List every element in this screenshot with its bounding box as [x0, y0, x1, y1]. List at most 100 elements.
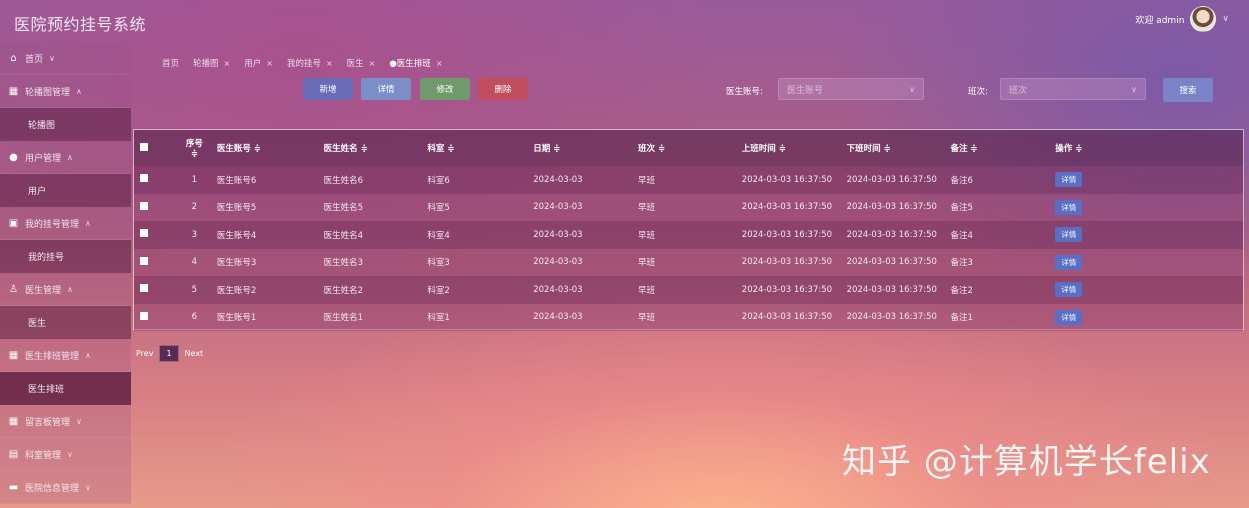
row-detail-button[interactable]: 详情	[1055, 172, 1083, 188]
doctor-account-input[interactable]: 医生账号 ∨	[778, 78, 924, 100]
table-cell: 2024-03-03 16:37:50	[741, 166, 847, 194]
chevron-down-icon: ∨	[85, 482, 91, 492]
tab-1[interactable]: 轮播图 ×	[193, 57, 231, 70]
sidebar-group-13[interactable]: ▬ 医院信息管理 ∨	[0, 471, 131, 504]
chevron-up-icon: ∧	[67, 152, 73, 162]
table-cell: 4	[171, 248, 217, 276]
user-menu[interactable]: 欢迎 admin ∨	[1135, 6, 1229, 32]
close-icon[interactable]: ×	[326, 59, 333, 68]
column-header-8[interactable]: 备注 ≑	[950, 130, 1056, 166]
table-cell: 科室4	[427, 221, 534, 249]
row-checkbox[interactable]	[140, 284, 148, 293]
table-row: 4 医生账号3 医生姓名3 科室3 2024-03-03 早班 2024-03-03 16:…	[134, 248, 1243, 276]
detail-button[interactable]: 详情	[361, 78, 411, 100]
column-header-7[interactable]: 下班时间 ≑	[846, 130, 951, 166]
shift-label: 班次:	[968, 87, 988, 97]
column-header-label: 日期 ≑	[533, 144, 561, 154]
tab-5[interactable]: ●医生排班 ×	[389, 57, 443, 70]
row-select-cell[interactable]	[134, 303, 172, 331]
sidebar-group-5[interactable]: ▣ 我的挂号管理 ∧	[0, 207, 131, 240]
sidebar-group-11[interactable]: ▦ 留言板管理 ∨	[0, 405, 131, 438]
row-select-cell[interactable]	[134, 221, 172, 249]
row-detail-button[interactable]: 详情	[1055, 282, 1083, 298]
chevron-down-icon: ∨	[49, 53, 55, 63]
row-detail-button[interactable]: 详情	[1055, 254, 1083, 270]
row-checkbox[interactable]	[140, 229, 148, 238]
close-icon[interactable]: ×	[266, 59, 273, 68]
select-all-cell[interactable]	[134, 130, 172, 166]
table-cell: 2024-03-03 16:37:50	[741, 276, 847, 304]
chevron-up-icon: ∧	[67, 284, 73, 294]
table-cell: 早班	[638, 276, 742, 304]
current-page[interactable]: 1	[159, 345, 179, 362]
column-header-3[interactable]: 科室 ≑	[427, 130, 534, 166]
column-header-2[interactable]: 医生姓名 ≑	[323, 130, 428, 166]
sidebar-subitem-8[interactable]: 医生	[0, 306, 131, 339]
next-page-link[interactable]: Next	[185, 349, 204, 358]
shift-placeholder: 班次	[1009, 85, 1028, 96]
add-button[interactable]: 新增	[303, 78, 353, 100]
close-icon[interactable]: ×	[436, 59, 443, 68]
column-header-6[interactable]: 上班时间 ≑	[741, 130, 847, 166]
table-cell: 5	[171, 276, 217, 304]
tab-3[interactable]: 我的挂号 ×	[287, 57, 333, 70]
table-cell: 医生账号4	[216, 221, 324, 249]
person-icon: ♙	[9, 283, 18, 295]
row-select-cell[interactable]	[134, 276, 172, 304]
column-header-5[interactable]: 班次 ≑	[638, 130, 742, 166]
row-select-cell[interactable]	[134, 193, 172, 221]
sidebar-group-1[interactable]: ▦ 轮播图管理 ∧	[0, 75, 131, 108]
row-detail-button[interactable]: 详情	[1055, 227, 1083, 243]
sidebar-item-label: 科室管理	[25, 450, 62, 461]
table-cell: 科室2	[427, 276, 534, 304]
sidebar-item-label: 首页	[25, 54, 44, 65]
table-cell: 2	[171, 193, 217, 221]
sidebar-subitem-2[interactable]: 轮播图	[0, 108, 131, 141]
sidebar-item-label: 留言板管理	[25, 417, 71, 428]
row-detail-button[interactable]: 详情	[1055, 199, 1083, 215]
delete-button[interactable]: 删除	[478, 78, 528, 100]
tab-0[interactable]: 首页	[162, 57, 179, 69]
row-checkbox[interactable]	[140, 311, 148, 320]
row-select-cell[interactable]	[134, 166, 172, 194]
sidebar-subitem-4[interactable]: 用户	[0, 174, 131, 207]
column-header-4[interactable]: 日期 ≑	[533, 130, 638, 166]
edit-button[interactable]: 修改	[420, 78, 470, 100]
sidebar-group-12[interactable]: ▤ 科室管理 ∨	[0, 438, 131, 471]
avatar[interactable]	[1190, 6, 1217, 32]
shift-select[interactable]: 班次 ∨	[1000, 78, 1146, 100]
table-cell: 2024-03-03 16:37:50	[741, 221, 847, 249]
column-header-0[interactable]: 序号 ≑	[171, 130, 217, 166]
building-icon: ▤	[8, 448, 19, 460]
row-checkbox[interactable]	[140, 256, 148, 265]
tab-2[interactable]: 用户 ×	[244, 57, 273, 70]
sidebar-group-3[interactable]: ● 用户管理 ∧	[0, 141, 131, 174]
tab-label: 首页	[162, 59, 180, 69]
sidebar-subitem-label: 轮播图	[28, 121, 56, 131]
chevron-down-icon[interactable]: ∨	[1222, 14, 1229, 24]
row-checkbox[interactable]	[140, 201, 148, 210]
column-header-9[interactable]: 操作 ≑	[1055, 130, 1243, 166]
row-detail-button[interactable]: 详情	[1055, 309, 1083, 325]
sidebar-group-7[interactable]: ♙ 医生管理 ∧	[0, 273, 131, 306]
chevron-down-icon: ∨	[76, 416, 82, 426]
sidebar-subitem-10[interactable]: 医生排班	[0, 372, 131, 405]
user-icon: ●	[9, 151, 18, 163]
sidebar-group-0[interactable]: ⌂ 首页 ∨	[0, 42, 131, 75]
table-cell: 早班	[638, 193, 742, 221]
table-cell: 2024-03-03 16:37:50	[741, 303, 847, 331]
tab-label: ●医生排班	[389, 59, 431, 69]
row-select-cell[interactable]	[134, 248, 172, 276]
row-checkbox[interactable]	[140, 174, 148, 183]
table-cell: 2024-03-03	[533, 166, 638, 194]
sidebar-group-9[interactable]: ▦ 医生排班管理 ∧	[0, 339, 131, 372]
prev-page-link[interactable]: Prev	[136, 349, 153, 358]
sidebar-subitem-6[interactable]: 我的挂号	[0, 240, 131, 273]
tab-4[interactable]: 医生 ×	[347, 57, 376, 70]
close-icon[interactable]: ×	[224, 59, 231, 68]
column-header-1[interactable]: 医生账号 ≑	[216, 130, 324, 166]
column-header-label: 医生姓名 ≑	[323, 144, 368, 154]
select-all-checkbox[interactable]	[140, 142, 148, 151]
search-button[interactable]: 搜索	[1163, 78, 1213, 102]
close-icon[interactable]: ×	[369, 59, 376, 68]
